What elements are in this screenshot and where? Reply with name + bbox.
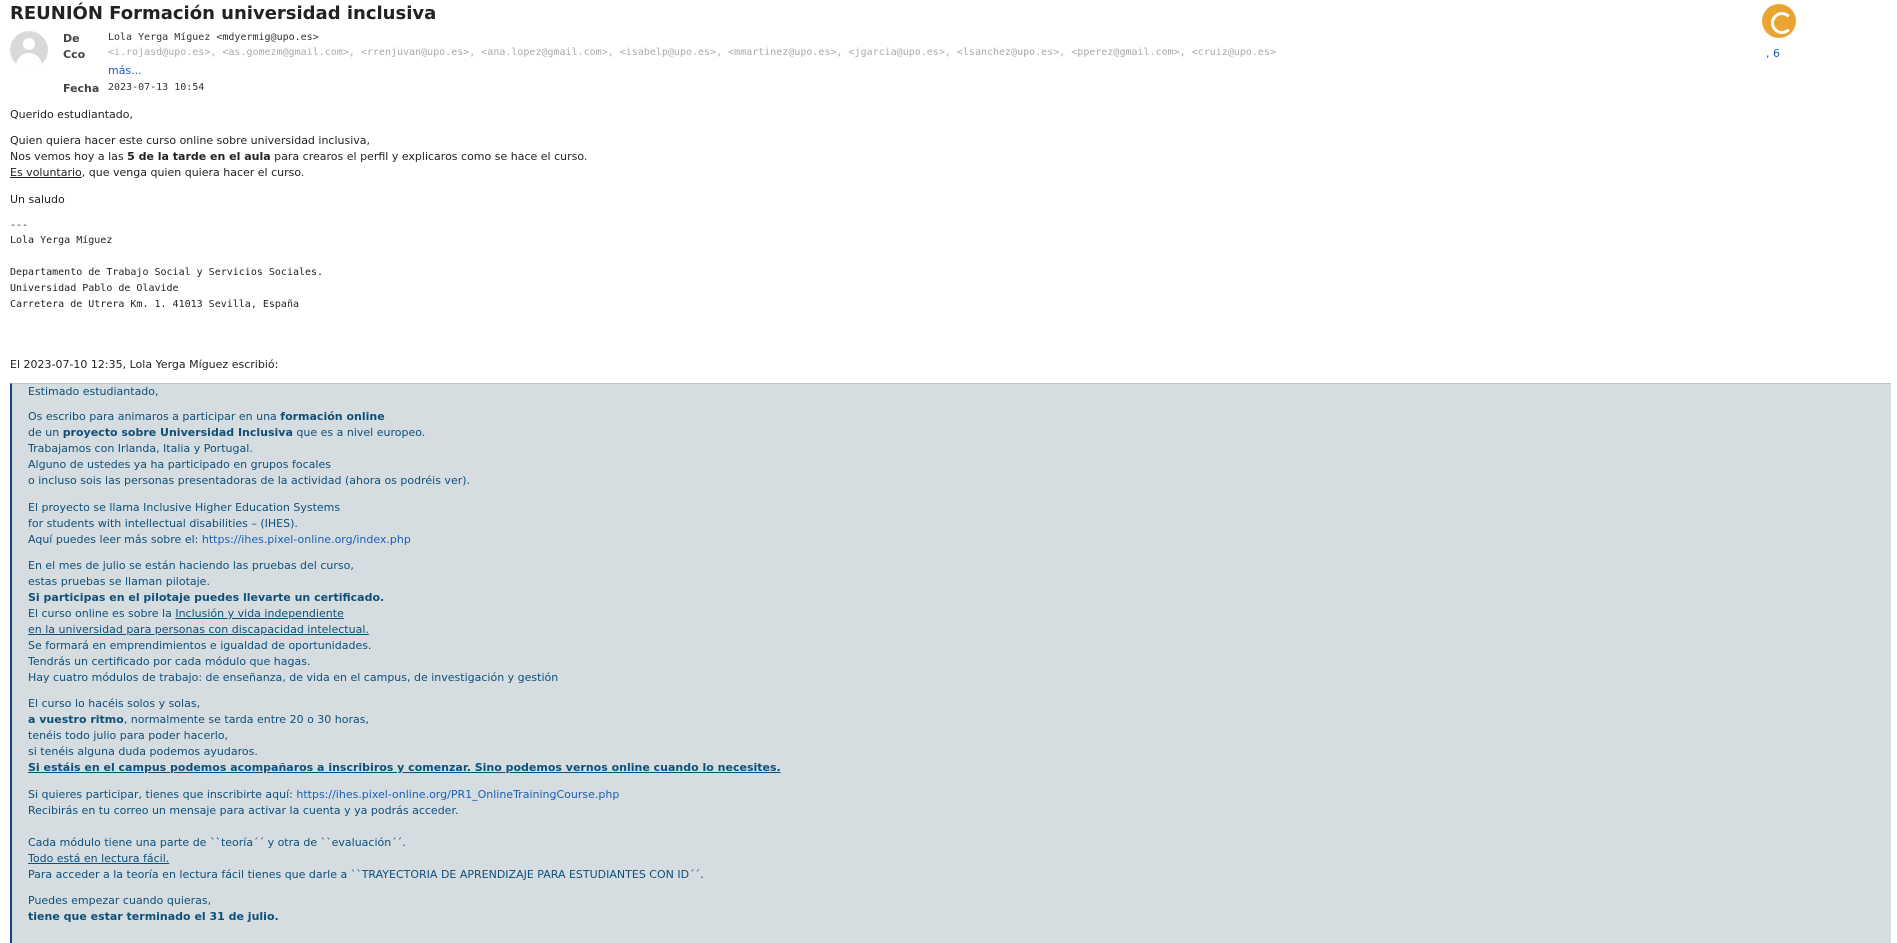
logo-mark-icon [1762, 4, 1796, 38]
quoted-line: Si quieres participar, tienes que inscri… [28, 788, 620, 801]
quoted-line: El proyecto se llama Inclusive Higher Ed… [28, 501, 341, 514]
quoted-line: Aquí puedes leer más sobre el: https://i… [28, 533, 411, 546]
quoted-line: for students with intellectual disabilit… [28, 517, 298, 530]
signature-separator: --- [10, 220, 29, 231]
quoted-line: Alguno de ustedes ya ha participado en g… [28, 458, 331, 471]
body-line: Nos vemos hoy a las 5 de la tarde en el … [10, 150, 588, 163]
quoted-line: Estimado estudiantado, [28, 385, 159, 398]
quoted-line: estas pruebas se llaman pilotaje. [28, 575, 210, 588]
from-value[interactable]: Lola Yerga Míguez <mdyermig@upo.es> [108, 32, 319, 43]
quoted-line: El curso online es sobre la Inclusión y … [28, 607, 344, 620]
greeting: Querido estudiantado, [10, 108, 133, 121]
quoted-line: tenéis todo julio para poder hacerlo, [28, 729, 229, 742]
quoted-line: tiene que estar terminado el 31 de julio… [28, 910, 279, 923]
body-line: Quien quiera hacer este curso online sob… [10, 134, 371, 147]
quoted-line: Cada módulo tiene una parte de ``teoría´… [28, 836, 406, 849]
quoted-line: Todo está en lectura fácil. [28, 852, 170, 865]
quote-header: El 2023-07-10 12:35, Lola Yerga Míguez e… [10, 358, 279, 371]
quoted-line: Hay cuatro módulos de trabajo: de enseña… [28, 671, 559, 684]
quoted-line: Tendrás un certificado por cada módulo q… [28, 655, 311, 668]
quoted-line: Trabajamos con Irlanda, Italia y Portuga… [28, 442, 253, 455]
closing: Un saludo [10, 193, 65, 206]
cco-more-count[interactable]: , 6 [1766, 47, 1780, 60]
email-subject: REUNIÓN Formación universidad inclusiva [10, 3, 437, 24]
cco-value[interactable]: <i.rojasd@upo.es>, <as.gomezm@gmail.com>… [108, 47, 1808, 60]
date-label: Fecha [63, 82, 100, 95]
quoted-line: Os escribo para animaros a participar en… [28, 410, 385, 423]
university-logo [1762, 4, 1857, 40]
signature-univ: Universidad Pablo de Olavide [10, 283, 179, 294]
date-value: 2023-07-13 10:54 [108, 82, 205, 93]
quoted-line: en la universidad para personas con disc… [28, 623, 369, 636]
quoted-line: de un proyecto sobre Universidad Inclusi… [28, 426, 426, 439]
quoted-line: Puedes empezar cuando quieras, [28, 894, 212, 907]
body-line: Es voluntario, que venga quien quiera ha… [10, 166, 305, 179]
from-label: De [63, 32, 80, 45]
quoted-line: El curso lo hacéis solos y solas, [28, 697, 201, 710]
quoted-line: Recibirás en tu correo un mensaje para a… [28, 804, 459, 817]
sender-avatar-icon [10, 31, 48, 69]
quoted-line: o incluso sois las personas presentadora… [28, 474, 471, 487]
quoted-message: Estimado estudiantado, Os escribo para a… [10, 383, 1891, 943]
quoted-line: Si participas en el pilotaje puedes llev… [28, 591, 385, 604]
quoted-line: En el mes de julio se están haciendo las… [28, 559, 354, 572]
quoted-line: Se formará en emprendimientos e igualdad… [28, 639, 372, 652]
signature-dept: Departamento de Trabajo Social y Servici… [10, 267, 324, 278]
ihes-course-link[interactable]: https://ihes.pixel-online.org/PR1_Online… [296, 788, 619, 801]
cco-label: Cco [63, 48, 86, 61]
signature-name: Lola Yerga Míguez [10, 235, 113, 246]
ihes-index-link[interactable]: https://ihes.pixel-online.org/index.php [202, 533, 411, 546]
quoted-line: Si estáis en el campus podemos acompañar… [28, 761, 781, 774]
quoted-line: a vuestro ritmo, normalmente se tarda en… [28, 713, 369, 726]
quoted-line: Para acceder a la teoría en lectura fáci… [28, 868, 704, 881]
signature-address: Carretera de Utrera Km. 1. 41013 Sevilla… [10, 299, 299, 310]
quoted-line: si tenéis alguna duda podemos ayudaros. [28, 745, 258, 758]
show-more-link[interactable]: más... [108, 64, 142, 77]
